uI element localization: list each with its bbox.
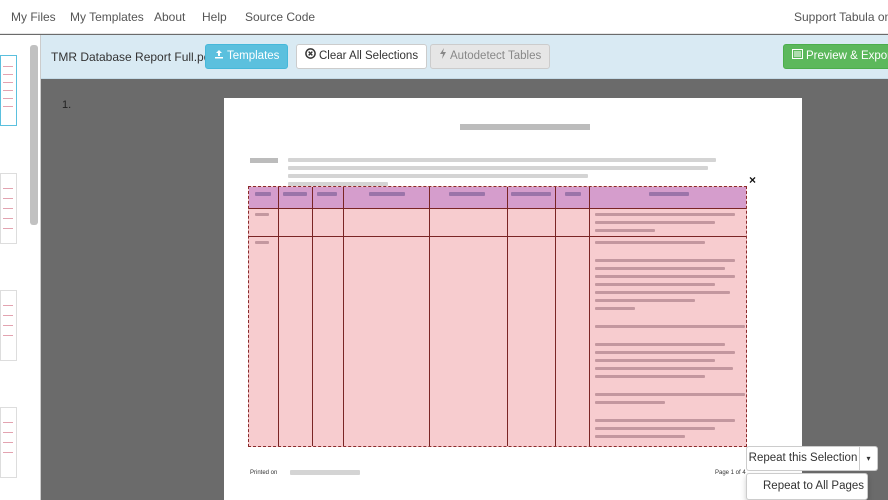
repeat-selection-button[interactable]: Repeat this Selection <box>746 446 860 471</box>
blurred-cell <box>255 241 269 244</box>
column-divider <box>312 187 313 446</box>
page-thumbnail-3[interactable] <box>0 290 17 361</box>
column-divider <box>343 187 344 446</box>
upload-icon <box>214 45 224 68</box>
blurred-cell <box>595 351 735 354</box>
blurred-cell <box>595 367 733 370</box>
blurred-label <box>250 158 278 163</box>
repeat-dropdown-menu: Repeat to All Pages <box>746 473 868 500</box>
blurred-text-line <box>288 174 588 178</box>
table-selection-area[interactable] <box>248 186 747 447</box>
blurred-cell <box>595 325 745 328</box>
blurred-cell <box>595 401 665 404</box>
page-number-label: 1. <box>62 99 72 111</box>
preview-export-label: Preview & Export D <box>806 50 888 62</box>
clear-all-selections-button[interactable]: Clear All Selections <box>296 44 428 69</box>
list-alt-icon <box>792 45 803 68</box>
blurred-cell <box>595 267 725 270</box>
blurred-cell <box>595 435 685 438</box>
document-toolbar: TMR Database Report Full.pdf Templates C… <box>41 35 888 79</box>
blurred-cell <box>449 192 485 196</box>
column-divider <box>589 187 590 446</box>
clear-all-selections-label: Clear All Selections <box>319 50 419 62</box>
blurred-date <box>290 470 360 475</box>
blurred-cell <box>255 192 271 196</box>
page-of-label: Page 1 of 4 <box>715 470 746 476</box>
page-thumbnail-sidebar[interactable] <box>0 35 41 500</box>
column-divider <box>555 187 556 446</box>
blurred-cell <box>255 213 269 216</box>
blurred-cell <box>565 192 581 196</box>
nav-my-files[interactable]: My Files <box>11 10 56 24</box>
blurred-cell <box>369 192 405 196</box>
blurred-text-line <box>288 166 708 170</box>
autodetect-tables-label: Autodetect Tables <box>450 50 542 62</box>
blurred-cell <box>595 393 745 396</box>
blurred-text-line <box>288 158 716 162</box>
blurred-cell <box>649 192 689 196</box>
blurred-cell <box>595 221 715 224</box>
chevron-down-icon[interactable]: ▾ <box>860 446 878 471</box>
column-divider <box>507 187 508 446</box>
printed-on-label: Printed on <box>250 470 278 476</box>
blurred-cell <box>595 307 635 310</box>
page-thumbnail-4[interactable] <box>0 407 17 478</box>
top-navbar: My Files My Templates About Help Source … <box>0 0 888 34</box>
blurred-cell <box>283 192 307 196</box>
page-thumbnail-2[interactable] <box>0 173 17 244</box>
blurred-cell <box>595 283 715 286</box>
row-divider <box>249 208 746 209</box>
blurred-cell <box>595 213 735 216</box>
flash-icon <box>439 45 447 68</box>
templates-button[interactable]: Templates <box>205 44 289 69</box>
nav-help[interactable]: Help <box>202 10 227 24</box>
blurred-cell <box>595 343 725 346</box>
blurred-cell <box>595 291 730 294</box>
nav-source-code[interactable]: Source Code <box>245 10 315 24</box>
nav-support[interactable]: Support Tabula on Op <box>794 10 888 24</box>
remove-circle-icon <box>305 45 316 68</box>
sidebar-scrollbar[interactable] <box>30 45 38 225</box>
blurred-cell <box>595 427 715 430</box>
column-divider <box>429 187 430 446</box>
blurred-cell <box>595 259 735 262</box>
blurred-title <box>460 124 590 130</box>
nav-my-templates[interactable]: My Templates <box>70 10 144 24</box>
column-divider <box>278 187 279 446</box>
autodetect-tables-button[interactable]: Autodetect Tables <box>430 44 551 69</box>
blurred-cell <box>317 192 337 196</box>
page-thumbnail-1[interactable] <box>0 55 17 126</box>
blurred-cell <box>595 359 715 362</box>
blurred-cell <box>511 192 551 196</box>
nav-about[interactable]: About <box>154 10 185 24</box>
blurred-cell <box>595 241 705 244</box>
preview-export-button[interactable]: Preview & Export D <box>783 44 888 69</box>
blurred-cell <box>595 229 655 232</box>
row-divider <box>249 236 746 237</box>
close-selection-icon[interactable]: × <box>749 173 756 187</box>
blurred-cell <box>595 419 735 422</box>
blurred-cell <box>595 375 705 378</box>
templates-button-label: Templates <box>227 50 280 62</box>
repeat-to-all-pages-item[interactable]: Repeat to All Pages <box>763 480 864 492</box>
blurred-cell <box>595 275 735 278</box>
blurred-cell <box>595 299 695 302</box>
document-filename: TMR Database Report Full.pdf <box>51 50 214 64</box>
table-header-row <box>249 187 746 208</box>
